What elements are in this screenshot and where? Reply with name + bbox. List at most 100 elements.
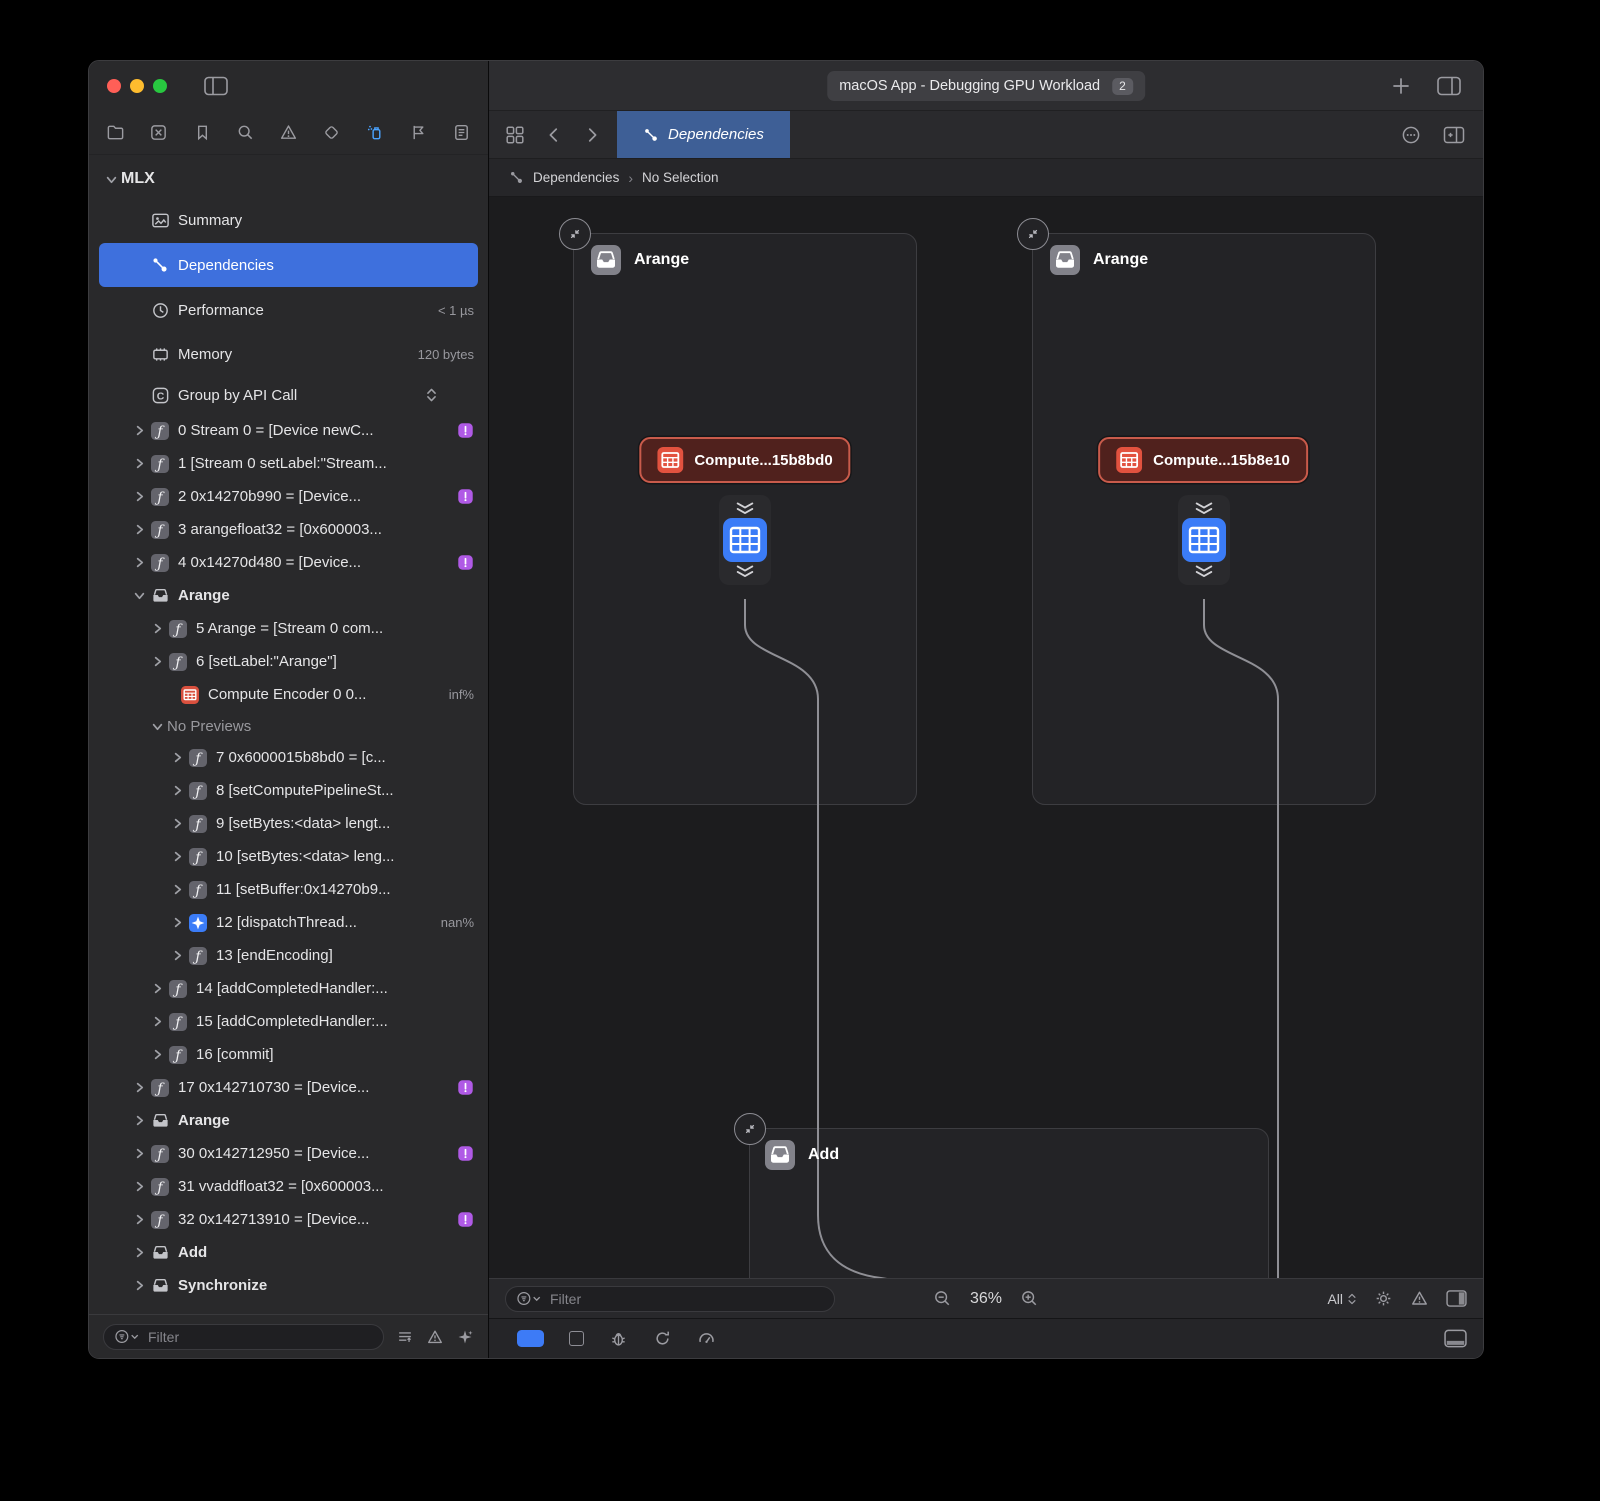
tree-row[interactable]: Add <box>89 1236 488 1269</box>
buffer-grid-icon[interactable] <box>723 518 767 562</box>
chevron-right-icon[interactable] <box>147 983 167 994</box>
add-editor-icon[interactable] <box>1443 125 1465 145</box>
bookmark-navigator-icon[interactable] <box>193 123 212 142</box>
chevron-down-icon[interactable] <box>101 174 121 185</box>
chevron-right-icon[interactable] <box>167 752 187 763</box>
tree-row[interactable]: CGroup by API Call <box>89 376 488 414</box>
new-tab-icon[interactable] <box>1391 76 1411 96</box>
chevron-right-icon[interactable] <box>147 656 167 667</box>
chevron-right-icon[interactable] <box>129 1082 149 1093</box>
tree-row[interactable]: ƒ30 0x142712950 = [Device... <box>89 1137 488 1170</box>
debug-navigator-icon[interactable] <box>366 123 385 142</box>
chevron-right-icon[interactable] <box>167 884 187 895</box>
runtime-issue-icon[interactable] <box>457 554 474 571</box>
compute-encoder-node[interactable]: Compute...15b8e10 <box>1098 437 1308 483</box>
runtime-issue-icon[interactable] <box>457 488 474 505</box>
tree-row[interactable]: Dependencies <box>99 243 478 287</box>
breadcrumb-level2[interactable]: No Selection <box>642 170 719 185</box>
settings-gear-icon[interactable] <box>1374 1289 1393 1308</box>
tree-row[interactable]: ƒ14 [addCompletedHandler:... <box>89 972 488 1005</box>
tests-navigator-icon[interactable] <box>322 123 341 142</box>
chevron-down-icon[interactable] <box>129 590 149 601</box>
breadcrumb-level1[interactable]: Dependencies <box>533 170 619 185</box>
zoom-out-icon[interactable] <box>933 1289 952 1308</box>
project-navigator-icon[interactable] <box>106 123 125 142</box>
more-options-icon[interactable] <box>1401 125 1421 145</box>
chevron-right-icon[interactable] <box>129 1247 149 1258</box>
tree-row[interactable]: ƒ1 [Stream 0 setLabel:"Stream... <box>89 447 488 480</box>
chevron-right-icon[interactable] <box>167 851 187 862</box>
tree-row[interactable]: Arange <box>89 579 488 612</box>
tree-row[interactable]: 12 [dispatchThread...nan% <box>89 906 488 939</box>
tree-row[interactable]: ƒ15 [addCompletedHandler:... <box>89 1005 488 1038</box>
tree-row[interactable]: ƒ16 [commit] <box>89 1038 488 1071</box>
forward-icon[interactable] <box>583 126 601 144</box>
tree-row[interactable]: ƒ3 arangefloat32 = [0x600003... <box>89 513 488 546</box>
sparkle-filter-icon[interactable] <box>456 1328 474 1346</box>
back-icon[interactable] <box>545 126 563 144</box>
resource-port-stack[interactable] <box>1178 495 1230 585</box>
collapse-group-icon[interactable] <box>1017 218 1049 250</box>
close-button[interactable] <box>107 79 121 93</box>
buffer-grid-icon[interactable] <box>1182 518 1226 562</box>
toggle-sidebar-icon[interactable] <box>204 76 228 96</box>
tree-root-row[interactable]: MLX <box>89 160 488 198</box>
view-mode-outline-button[interactable] <box>569 1331 584 1346</box>
crash-navigator-icon[interactable] <box>149 123 168 142</box>
find-navigator-icon[interactable] <box>236 123 255 142</box>
stepper-icon[interactable] <box>425 386 438 404</box>
tree-row[interactable]: ƒ0 Stream 0 = [Device newC... <box>89 414 488 447</box>
issues-navigator-icon[interactable] <box>279 123 298 142</box>
chevron-right-icon[interactable] <box>129 557 149 568</box>
chevron-right-icon[interactable] <box>129 1280 149 1291</box>
dependency-graph-canvas[interactable]: Arange Arange Add Compute...15b8bd0 Comp… <box>489 197 1483 1278</box>
debug-bug-icon[interactable] <box>609 1329 628 1348</box>
tab-dependencies[interactable]: Dependencies <box>617 111 790 158</box>
report-navigator-icon[interactable] <box>452 123 471 142</box>
tree-row[interactable]: ƒ17 0x142710730 = [Device... <box>89 1071 488 1104</box>
chevron-right-icon[interactable] <box>129 524 149 535</box>
chevron-right-icon[interactable] <box>167 950 187 961</box>
compute-encoder-node[interactable]: Compute...15b8bd0 <box>639 437 850 483</box>
tree-row[interactable]: ƒ4 0x14270d480 = [Device... <box>89 546 488 579</box>
canvas-filter-field[interactable]: Filter <box>505 1286 835 1312</box>
chevron-right-icon[interactable] <box>129 491 149 502</box>
tree-row[interactable]: ƒ13 [endEncoding] <box>89 939 488 972</box>
tree-row[interactable]: Compute Encoder 0 0...inf% <box>89 678 488 711</box>
tree-row[interactable]: ƒ5 Arange = [Stream 0 com... <box>89 612 488 645</box>
view-mode-selected-button[interactable] <box>517 1330 544 1347</box>
chevron-right-icon[interactable] <box>147 1049 167 1060</box>
collapse-group-icon[interactable] <box>559 218 591 250</box>
resource-port-stack[interactable] <box>719 495 771 585</box>
tab-overview-icon[interactable] <box>505 125 525 145</box>
reload-icon[interactable] <box>653 1329 672 1348</box>
flatten-list-icon[interactable] <box>396 1328 414 1346</box>
collapse-group-icon[interactable] <box>734 1113 766 1145</box>
chevron-right-icon[interactable] <box>147 1016 167 1027</box>
scope-popup[interactable]: All <box>1327 1291 1357 1307</box>
tree-row[interactable]: Summary <box>89 198 488 242</box>
chevron-right-icon[interactable] <box>167 785 187 796</box>
chevron-right-icon[interactable] <box>129 425 149 436</box>
tree-row[interactable]: ƒ7 0x6000015b8bd0 = [c... <box>89 741 488 774</box>
tree-row[interactable]: ƒ11 [setBuffer:0x14270b9... <box>89 873 488 906</box>
runtime-issue-icon[interactable] <box>457 422 474 439</box>
runtime-issue-icon[interactable] <box>457 1211 474 1228</box>
warnings-icon[interactable] <box>1410 1289 1429 1308</box>
toggle-bottom-panel-icon[interactable] <box>1444 1329 1467 1348</box>
chevron-right-icon[interactable] <box>167 818 187 829</box>
navigator-filter-field[interactable]: Filter <box>103 1324 384 1350</box>
runtime-issue-icon[interactable] <box>457 1079 474 1096</box>
chevron-right-icon[interactable] <box>129 1115 149 1126</box>
minimize-button[interactable] <box>130 79 144 93</box>
tree-row[interactable]: Memory120 bytes <box>89 332 488 376</box>
tree-row[interactable]: Synchronize <box>89 1269 488 1302</box>
show-issues-icon[interactable] <box>426 1328 444 1346</box>
tree-row[interactable]: ƒ2 0x14270b990 = [Device... <box>89 480 488 513</box>
tree-row[interactable]: ƒ6 [setLabel:"Arange"] <box>89 645 488 678</box>
tree-row[interactable]: ƒ10 [setBytes:<data> leng... <box>89 840 488 873</box>
tree-row[interactable]: ƒ32 0x142713910 = [Device... <box>89 1203 488 1236</box>
toggle-right-panel-icon[interactable] <box>1446 1290 1467 1307</box>
breakpoint-navigator-icon[interactable] <box>409 123 428 142</box>
tree-row[interactable]: ƒ31 vvaddfloat32 = [0x600003... <box>89 1170 488 1203</box>
